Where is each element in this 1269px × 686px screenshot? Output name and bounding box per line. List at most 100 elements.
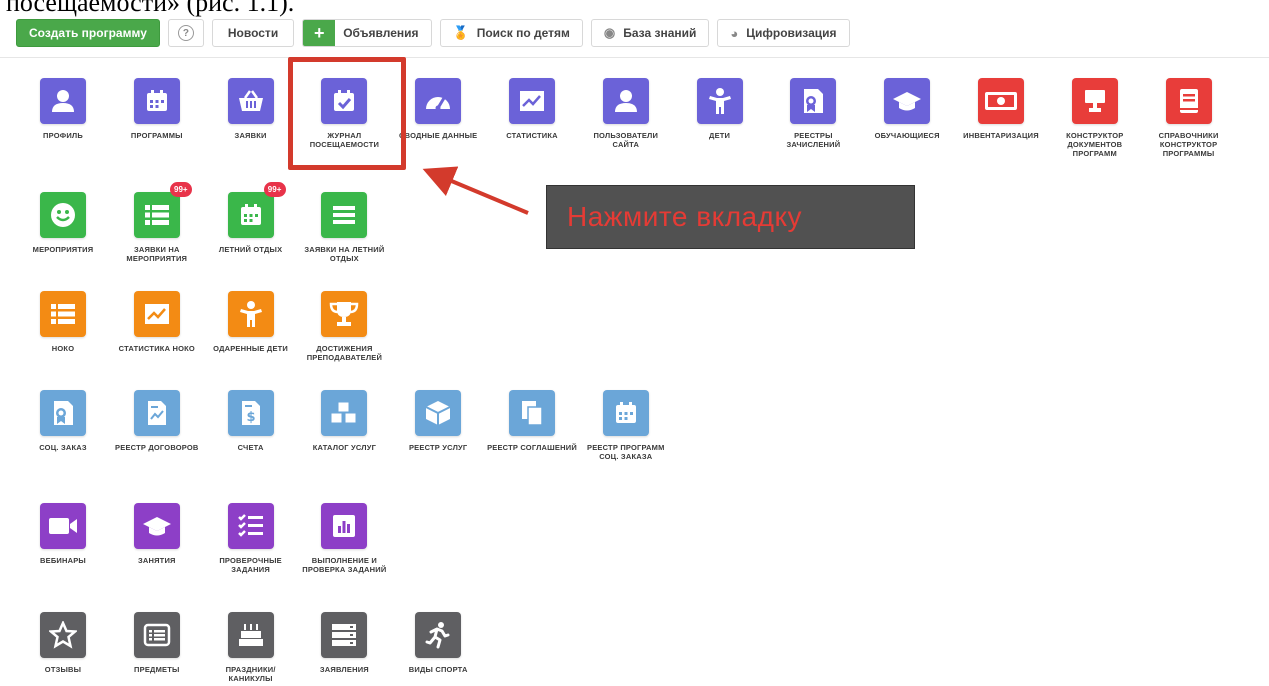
app-tile[interactable]: РЕЕСТР ПРОГРАММ СОЦ. ЗАКАЗА [579, 390, 673, 461]
list-icon [40, 291, 86, 337]
contract-icon [133, 390, 180, 436]
app-tile-label: НОКО [51, 344, 75, 353]
app-tile-label: СТАТИСТИКА НОКО [118, 344, 195, 353]
app-tile-label: ЗАНЯТИЯ [137, 556, 176, 565]
app-tile-label: ЖУРНАЛ ПОСЕЩАЕМОСТИ [309, 131, 380, 149]
app-tile-label: РЕЕСТРЫ ЗАЧИСЛЕНИЙ [786, 131, 841, 149]
app-tile[interactable]: ВЕБИНАРЫ [16, 503, 110, 565]
app-tile-label: РЕЕСТР ПРОГРАММ СОЦ. ЗАКАЗА [587, 443, 665, 461]
app-tile[interactable]: ПРАЗДНИКИ/ КАНИКУЛЫ [204, 612, 298, 683]
calendar-icon [602, 390, 649, 436]
app-tile-label: ОТЗЫВЫ [44, 665, 82, 674]
cube-icon [415, 390, 462, 436]
notification-badge: 99+ [263, 182, 286, 197]
app-tile-label: КОНСТРУКТОР ДОКУМЕНТОВ ПРОГРАММ [1066, 131, 1124, 158]
app-tile[interactable]: ВИДЫ СПОРТА [391, 612, 485, 674]
star-icon [40, 612, 86, 658]
app-tile-label: СВОДНЫЕ ДАННЫЕ [399, 131, 478, 140]
app-tile-label: ЗАЯВКИ НА МЕРОПРИЯТИЯ [126, 245, 188, 263]
app-tile[interactable]: ИНВЕНТАРИЗАЦИЯ [954, 78, 1048, 140]
calendar-icon [133, 78, 180, 124]
gauge-icon [415, 78, 462, 124]
app-tile[interactable]: ДОСТИЖЕНИЯ ПРЕПОДАВАТЕЛЕЙ [297, 291, 391, 362]
app-tile-label: РЕЕСТР ДОГОВОРОВ [115, 443, 199, 452]
graduation-cap-icon [133, 503, 180, 549]
app-tile[interactable]: ОБУЧАЮЩИЕСЯ [860, 78, 954, 140]
app-tile-label: ПРОВЕРОЧНЫЕ ЗАДАНИЯ [219, 556, 282, 574]
checklist-icon [227, 503, 274, 549]
app-tile-label: ПРОФИЛЬ [43, 131, 83, 140]
app-tile-label: ПРОГРАММЫ [130, 131, 183, 140]
app-tile[interactable]: КАТАЛОГ УСЛУГ [297, 390, 391, 452]
app-tile-label: КАТАЛОГ УСЛУГ [312, 443, 377, 452]
app-tile[interactable]: СТАТИСТИКА [485, 78, 579, 140]
app-tile[interactable]: РЕЕСТР ДОГОВОРОВ [110, 390, 204, 452]
cake-icon [227, 612, 274, 658]
app-tile-label: МЕРОПРИЯТИЯ [32, 245, 94, 254]
app-tile-label: ВИДЫ СПОРТА [408, 665, 468, 674]
app-tile[interactable]: ПРЕДМЕТЫ [110, 612, 204, 674]
app-tile-label: ЗАЯВКИ НА ЛЕТНИЙ ОТДЫХ [304, 245, 385, 263]
app-tile[interactable]: ЗАЯВКИ НА ЛЕТНИЙ ОТДЫХ [297, 192, 391, 263]
app-tile-label: ЗАЯВКИ [234, 131, 267, 140]
app-tile-label: ПРЕДМЕТЫ [134, 665, 180, 674]
app-tile-label: ИНВЕНТАРИЗАЦИЯ [963, 131, 1039, 140]
user-icon [40, 78, 86, 124]
app-tile[interactable]: НОКО [16, 291, 110, 353]
server-icon [321, 612, 368, 658]
app-tile[interactable]: ПРОГРАММЫ [110, 78, 204, 140]
instruction-callout: Нажмите вкладку [546, 185, 915, 249]
running-icon [415, 612, 462, 658]
app-tile[interactable]: ЗАЯВЛЕНИЯ [297, 612, 391, 674]
app-tile[interactable]: СТАТИСТИКА НОКО [110, 291, 204, 353]
app-tile[interactable]: 99+ ЗАЯВКИ НА МЕРОПРИЯТИЯ [110, 182, 204, 263]
app-tile-label: ДОСТИЖЕНИЯ ПРЕПОДАВАТЕЛЕЙ [306, 344, 383, 362]
app-tile[interactable]: СВОДНЫЕ ДАННЫЕ [391, 78, 485, 140]
app-tile[interactable]: МЕРОПРИЯТИЯ [16, 192, 110, 254]
app-tile[interactable]: ЗАЯВКИ [204, 78, 298, 140]
certificate-icon [790, 78, 837, 124]
notification-badge: 99+ [169, 182, 192, 197]
app-tile-label: РЕЕСТР УСЛУГ [408, 443, 468, 452]
calendar-icon: 99+ [227, 182, 286, 238]
app-tile[interactable]: ПОЛЬЗОВАТЕЛИ САЙТА [579, 78, 673, 149]
svg-text:$: $ [246, 410, 255, 425]
lines-icon [321, 192, 368, 238]
app-tile[interactable]: ЗАНЯТИЯ [110, 503, 204, 565]
app-tile-label: ОБУЧАЮЩИЕСЯ [874, 131, 940, 140]
app-tile-label: ПОЛЬЗОВАТЕЛИ САЙТА [593, 131, 659, 149]
app-tile[interactable]: ПРОВЕРОЧНЫЕ ЗАДАНИЯ [204, 503, 298, 574]
app-tile[interactable]: ЖУРНАЛ ПОСЕЩАЕМОСТИ [297, 78, 391, 149]
copy-icon [509, 390, 555, 436]
app-tile[interactable]: РЕЕСТРЫ ЗАЧИСЛЕНИЙ [766, 78, 860, 149]
bar-chart-icon [321, 503, 368, 549]
app-tile[interactable]: СОЦ. ЗАКАЗ [16, 390, 110, 452]
app-tile[interactable]: ОТЗЫВЫ [16, 612, 110, 674]
app-tile[interactable]: РЕЕСТР СОГЛАШЕНИЙ [485, 390, 579, 452]
app-tile-label: РЕЕСТР СОГЛАШЕНИЙ [487, 443, 577, 452]
app-tile[interactable]: РЕЕСТР УСЛУГ [391, 390, 485, 452]
child-icon [227, 291, 274, 337]
app-tile[interactable]: $ СЧЕТА [204, 390, 298, 452]
app-tile[interactable]: КОНСТРУКТОР ДОКУМЕНТОВ ПРОГРАММ [1048, 78, 1142, 158]
app-tile-label: ВЕБИНАРЫ [40, 556, 86, 565]
app-tile-label: СПРАВОЧНИКИ КОНСТРУКТОР ПРОГРАММЫ [1158, 131, 1219, 158]
app-tile-label: СЧЕТА [237, 443, 264, 452]
app-tile-label: ДЕТИ [709, 131, 731, 140]
app-tile[interactable]: СПРАВОЧНИКИ КОНСТРУКТОР ПРОГРАММЫ [1142, 78, 1236, 158]
app-tile[interactable]: ДЕТИ [673, 78, 767, 140]
app-tile[interactable]: 99+ ЛЕТНИЙ ОТДЫХ [204, 182, 298, 254]
certificate-icon [40, 390, 86, 436]
app-tile-label: СТАТИСТИКА [506, 131, 558, 140]
money-icon [978, 78, 1024, 124]
app-tile[interactable]: ОДАРЕННЫЕ ДЕТИ [204, 291, 298, 353]
list-icon: 99+ [133, 182, 192, 238]
line-chart-icon [509, 78, 555, 124]
user-icon [602, 78, 649, 124]
app-tile[interactable]: ПРОФИЛЬ [16, 78, 110, 140]
app-tile[interactable]: ВЫПОЛНЕНИЕ И ПРОВЕРКА ЗАДАНИЙ [297, 503, 391, 574]
calendar-check-icon [321, 78, 368, 124]
app-tile-label: ЛЕТНИЙ ОТДЫХ [218, 245, 283, 254]
child-icon [696, 78, 743, 124]
apps-grid: ПРОФИЛЬ ПРОГРАММЫ ЗАЯВКИ ЖУРНАЛ ПОСЕЩАЕМОСТ… [0, 0, 1269, 686]
